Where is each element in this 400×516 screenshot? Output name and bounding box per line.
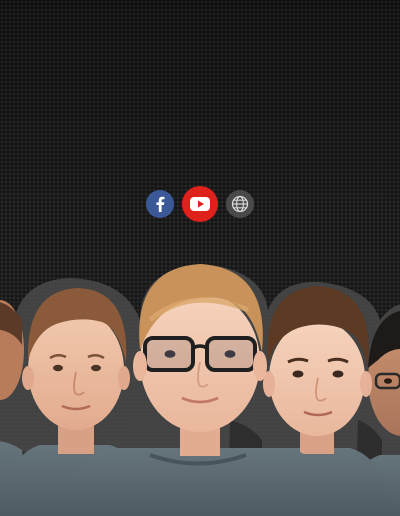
- youtube-link[interactable]: [182, 186, 218, 222]
- facebook-link[interactable]: [146, 190, 174, 218]
- team-photo: [0, 264, 400, 516]
- facebook-icon: [146, 190, 174, 218]
- hero-section: [0, 0, 400, 516]
- website-link[interactable]: [226, 190, 254, 218]
- social-links: [0, 186, 400, 222]
- youtube-icon: [182, 186, 218, 222]
- globe-icon: [226, 190, 254, 218]
